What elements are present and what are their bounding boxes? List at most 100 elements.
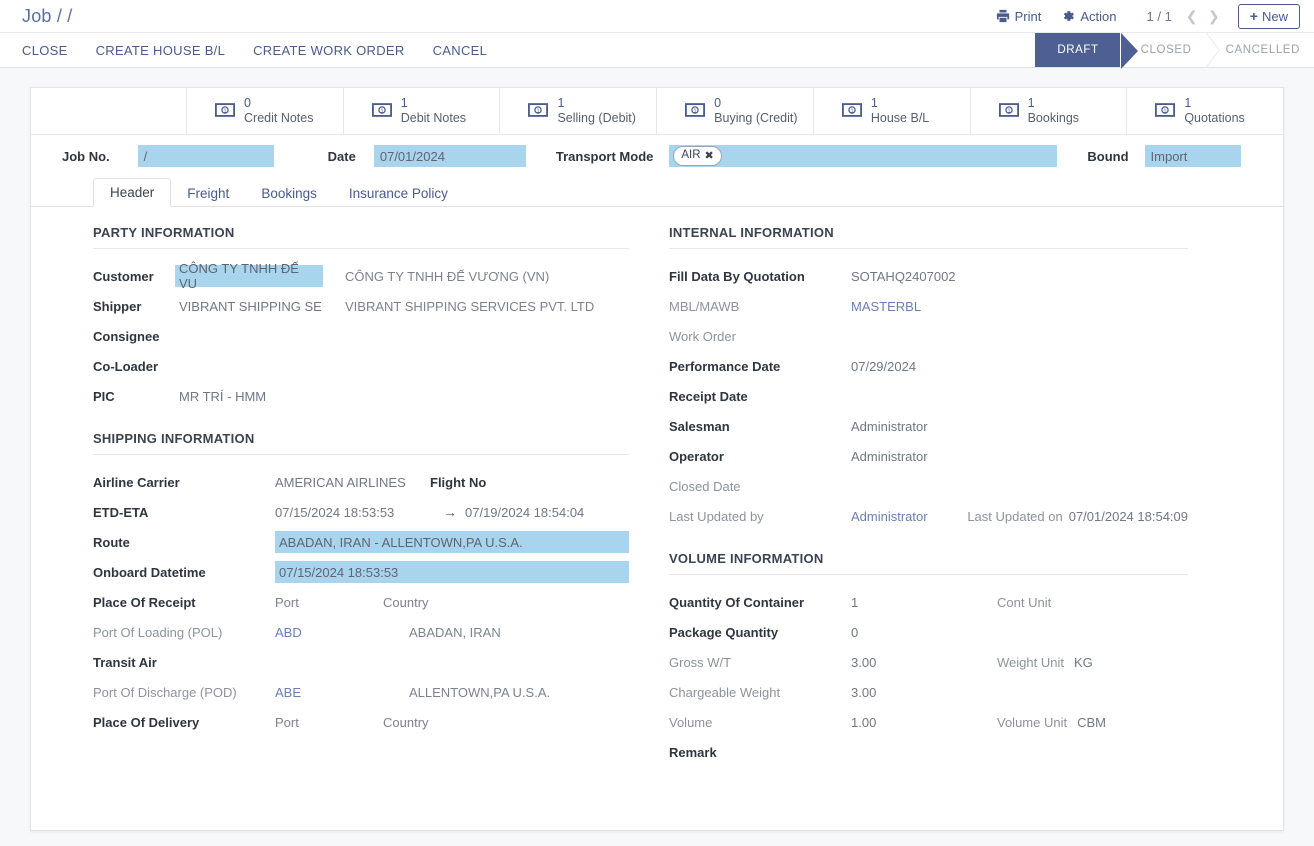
stat-button-selling-debit[interactable]: 1 1 Selling (Debit) — [500, 88, 657, 134]
row-place-of-delivery: Place Of Delivery Port Country — [93, 707, 629, 737]
row-performance-date: Performance Date 07/29/2024 — [669, 351, 1188, 381]
chevron-left-icon[interactable]: ❮ — [1182, 5, 1202, 27]
customer-input[interactable]: CÔNG TY TNHH ĐẾ VU — [175, 265, 323, 287]
shipper-full-name: VIBRANT SHIPPING SERVICES PVT. LTD — [345, 299, 594, 314]
last-updated-on-value: 07/01/2024 18:54:09 — [1069, 509, 1188, 524]
money-bill-icon: 1 — [215, 103, 235, 120]
pic-label: PIC — [93, 389, 175, 404]
place-of-delivery-port[interactable]: Port — [275, 715, 383, 730]
port-of-loading-name: ABADAN, IRAN — [409, 625, 501, 640]
gross-wt-value[interactable]: 3.00 — [851, 655, 997, 670]
create-house-bl-action[interactable]: CREATE HOUSE B/L — [96, 43, 226, 58]
onboard-datetime-label: Onboard Datetime — [93, 565, 275, 580]
job-header-fields: Job No. / Date 07/01/2024 Transport Mode… — [31, 135, 1283, 177]
cont-unit-label: Cont Unit — [997, 595, 1051, 610]
etd-value[interactable]: 07/15/2024 18:53:53 — [275, 505, 441, 520]
flight-no-label: Flight No — [430, 475, 486, 490]
volume-label: Volume — [669, 715, 851, 730]
action-button[interactable]: Action — [1051, 6, 1126, 27]
package-quantity-value[interactable]: 0 — [851, 625, 858, 640]
quantity-of-container-value[interactable]: 1 — [851, 595, 997, 610]
stat-button-credit-notes[interactable]: 1 0 Credit Notes — [187, 88, 344, 134]
bound-input[interactable]: Import — [1145, 145, 1241, 167]
stat-count: 0 — [714, 96, 797, 111]
volume-unit-value[interactable]: CBM — [1077, 715, 1106, 730]
operator-value[interactable]: Administrator — [851, 449, 928, 464]
pic-value[interactable]: MR TRÍ - HMM — [175, 389, 323, 404]
weight-unit-value[interactable]: KG — [1074, 655, 1093, 670]
close-icon[interactable]: ✖ — [705, 149, 714, 164]
transport-mode-tag[interactable]: AIR ✖ — [673, 146, 721, 166]
mbl-mawb-value[interactable]: MASTERBL — [851, 299, 921, 314]
date-input[interactable]: 07/01/2024 — [374, 145, 526, 167]
fill-data-by-quotation-value[interactable]: SOTAHQ2407002 — [851, 269, 956, 284]
stat-count: 0 — [244, 96, 313, 111]
co-loader-label: Co-Loader — [93, 359, 175, 374]
work-order-label: Work Order — [669, 329, 851, 344]
last-updated-by-label: Last Updated by — [669, 509, 851, 524]
row-receipt-date: Receipt Date — [669, 381, 1188, 411]
stat-button-bookings[interactable]: 1 1 Bookings — [971, 88, 1128, 134]
transport-mode-label: Transport Mode — [556, 149, 654, 164]
tab-bookings[interactable]: Bookings — [245, 180, 333, 207]
quantity-of-container-label: Quantity Of Container — [669, 595, 851, 610]
gross-wt-label: Gross W/T — [669, 655, 851, 670]
breadcrumb: Job / / — [22, 6, 72, 27]
job-no-label: Job No. — [62, 149, 110, 164]
cancel-action[interactable]: CANCEL — [433, 43, 488, 58]
status-step-cancelled[interactable]: CANCELLED — [1206, 33, 1314, 67]
party-information-title: PARTY INFORMATION — [93, 225, 629, 249]
stat-label: Quotations — [1184, 111, 1244, 126]
shipper-input[interactable]: VIBRANT SHIPPING SE — [175, 299, 323, 314]
row-mbl-mawb: MBL/MAWB MASTERBL — [669, 291, 1188, 321]
right-column: INTERNAL INFORMATION Fill Data By Quotat… — [657, 225, 1283, 767]
tab-freight[interactable]: Freight — [171, 180, 245, 207]
stat-button-debit-notes[interactable]: 1 1 Debit Notes — [344, 88, 501, 134]
new-button[interactable]: + New — [1238, 4, 1300, 29]
job-no-input[interactable]: / — [138, 145, 274, 167]
transport-mode-input[interactable]: AIR ✖ — [669, 145, 1057, 167]
money-bill-icon: 1 — [528, 103, 548, 120]
row-route: Route ABADAN, IRAN - ALLENTOWN,PA U.S.A. — [93, 527, 629, 557]
place-of-receipt-port[interactable]: Port — [275, 595, 383, 610]
chargeable-weight-value[interactable]: 3.00 — [851, 685, 876, 700]
place-of-receipt-country[interactable]: Country — [383, 595, 429, 610]
performance-date-value[interactable]: 07/29/2024 — [851, 359, 916, 374]
volume-information-title: VOLUME INFORMATION — [669, 551, 1188, 575]
status-step-draft[interactable]: DRAFT — [1035, 33, 1120, 67]
stat-button-buying-credit[interactable]: 1 0 Buying (Credit) — [657, 88, 814, 134]
salesman-value[interactable]: Administrator — [851, 419, 928, 434]
port-of-loading-code[interactable]: ABD — [275, 625, 409, 640]
port-of-discharge-code[interactable]: ABE — [275, 685, 409, 700]
airline-carrier-value[interactable]: AMERICAN AIRLINES — [275, 475, 430, 490]
volume-unit-label: Volume Unit — [997, 715, 1067, 730]
create-work-order-action[interactable]: CREATE WORK ORDER — [253, 43, 404, 58]
tab-insurance-policy[interactable]: Insurance Policy — [333, 180, 464, 207]
shipper-label: Shipper — [93, 299, 175, 314]
eta-value[interactable]: 07/19/2024 18:54:04 — [465, 505, 584, 520]
print-button[interactable]: Print — [986, 6, 1052, 27]
stat-button-house-bl[interactable]: 1 1 House B/L — [814, 88, 971, 134]
last-updated-by-value[interactable]: Administrator — [851, 509, 929, 524]
status-step-cancelled-label: CANCELLED — [1226, 44, 1300, 56]
chevron-right-icon[interactable]: ❯ — [1204, 5, 1224, 27]
row-place-of-receipt: Place Of Receipt Port Country — [93, 587, 629, 617]
stat-label: Buying (Credit) — [714, 111, 797, 126]
onboard-datetime-input[interactable]: 07/15/2024 18:53:53 — [275, 561, 629, 583]
tab-header[interactable]: Header — [93, 178, 171, 207]
place-of-receipt-label: Place Of Receipt — [93, 595, 275, 610]
arrow-right-icon: → — [443, 504, 457, 520]
row-customer: Customer CÔNG TY TNHH ĐẾ VU CÔNG TY TNHH… — [93, 261, 629, 291]
pager-count: 1 / 1 — [1139, 9, 1180, 24]
status-step-closed-label: CLOSED — [1141, 44, 1192, 56]
volume-value[interactable]: 1.00 — [851, 715, 997, 730]
internal-information-title: INTERNAL INFORMATION — [669, 225, 1188, 249]
place-of-delivery-country[interactable]: Country — [383, 715, 429, 730]
money-bill-icon: 1 — [685, 103, 705, 120]
route-input[interactable]: ABADAN, IRAN - ALLENTOWN,PA U.S.A. — [275, 531, 629, 553]
receipt-date-label: Receipt Date — [669, 389, 851, 404]
port-of-discharge-name: ALLENTOWN,PA U.S.A. — [409, 685, 550, 700]
stat-button-quotations[interactable]: 1 1 Quotations — [1127, 88, 1283, 134]
close-action[interactable]: CLOSE — [22, 43, 68, 58]
row-co-loader: Co-Loader — [93, 351, 629, 381]
